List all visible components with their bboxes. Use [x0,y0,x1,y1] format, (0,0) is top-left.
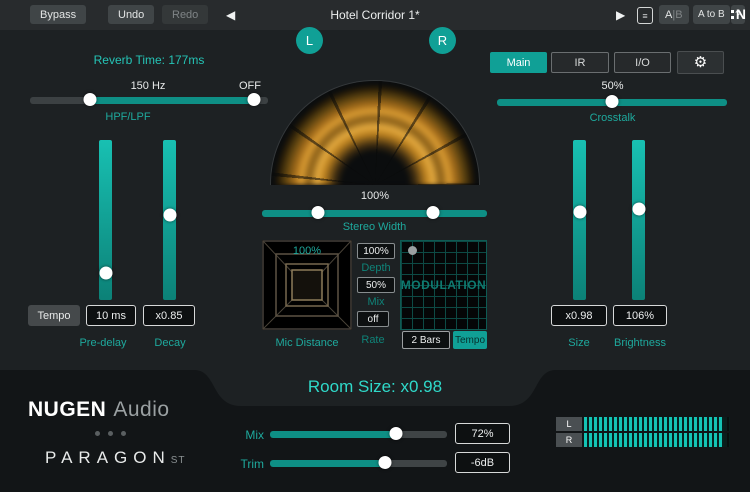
product-name: PARAGONST [45,448,186,468]
mix-handle[interactable] [389,427,402,440]
size-slider[interactable] [573,140,586,300]
trim-label: Trim [232,457,264,471]
crosstalk-value: 50% [540,80,685,92]
meter-right-row: R [556,433,730,447]
size-handle[interactable] [573,206,586,219]
trim-slider[interactable] [270,456,447,470]
ab-compare-button[interactable]: A|B [659,5,689,24]
trim-track[interactable] [270,460,447,467]
mod-mix-label: Mix [355,296,397,308]
stereo-width-slider[interactable] [262,206,487,220]
crosstalk-handle[interactable] [606,95,619,108]
decay-value-box[interactable]: x0.85 [143,305,195,326]
redo-button[interactable]: Redo [162,5,208,24]
top-bar: Bypass Undo Redo ◀ Hotel Corridor 1* ▶ ≡… [0,0,750,30]
predelay-slider[interactable] [99,140,112,300]
brand-logo: NUGEN Audio [28,398,170,422]
brand-dots [95,431,126,436]
mix-value-box[interactable]: 72% [455,423,510,444]
brightness-value-box[interactable]: 106% [613,305,667,326]
mic-distance-value: 100% [262,245,352,257]
left-channel-badge[interactable]: L [296,27,323,54]
preset-list-icon[interactable]: ≡ [637,7,653,24]
size-value-box[interactable]: x0.98 [551,305,607,326]
decay-handle[interactable] [163,209,176,222]
trim-value-box[interactable]: -6dB [455,452,510,473]
preset-title: Hotel Corridor 1* [280,8,470,22]
settings-button[interactable]: ⚙ [677,51,724,74]
reverb-visualizer [270,80,480,185]
size-label: Size [551,337,607,349]
mod-depth-label: Depth [355,262,397,274]
brightness-slider[interactable] [632,140,645,300]
a-to-b-button[interactable]: A to B [693,5,730,24]
brand-audio: Audio [113,398,169,421]
mod-mix-value-box[interactable]: 50% [357,277,395,293]
mod-rate-label: Rate [352,334,394,346]
brightness-label: Brightness [605,337,675,349]
modulation-point[interactable] [408,246,417,255]
right-channel-badge[interactable]: R [429,27,456,54]
decay-slider[interactable] [163,140,176,300]
stereo-width-right-handle[interactable] [427,206,440,219]
mic-distance-visualizer[interactable]: 100% [262,240,352,330]
predelay-handle[interactable] [99,266,112,279]
product-paragon: PARAGON [45,448,171,467]
brand-nugen: NUGEN [28,398,106,421]
paragon-plugin-window: Bypass Undo Redo ◀ Hotel Corridor 1* ▶ ≡… [0,0,750,492]
stereo-width-label: Stereo Width [262,221,487,233]
nugen-logo-n: N [736,6,746,22]
next-preset-icon[interactable]: ▶ [616,7,625,23]
reverb-spokes [271,81,479,185]
crosstalk-slider[interactable] [497,95,727,109]
meter-right-bar [584,433,730,447]
nugen-logo-icon: N [731,6,746,22]
crosstalk-label: Crosstalk [540,112,685,124]
gear-icon: ⚙ [694,55,707,70]
tempo-sync-button[interactable]: Tempo [28,305,80,326]
mix-track[interactable] [270,431,447,438]
predelay-value-box[interactable]: 10 ms [86,305,136,326]
tab-io[interactable]: I/O [614,52,671,73]
mic-distance-label: Mic Distance [262,337,352,349]
modulation-grid[interactable]: MODULATION [400,240,487,330]
ab-b-label: B [675,9,682,21]
ab-a-label: A [665,9,672,21]
mod-tempo-button[interactable]: Tempo [453,331,487,349]
predelay-label: Pre-delay [68,337,138,349]
undo-button[interactable]: Undo [108,5,154,24]
tab-ir[interactable]: IR [551,52,609,73]
mod-bars-button[interactable]: 2 Bars [402,331,450,349]
meter-right-label: R [556,433,582,447]
previous-preset-icon[interactable]: ◀ [226,7,235,23]
room-size-readout: Room Size: x0.98 [225,377,525,397]
stereo-width-track[interactable] [262,210,487,217]
stereo-width-left-handle[interactable] [312,206,325,219]
product-st: ST [171,455,186,466]
stereo-width-value: 100% [270,190,480,202]
hpf-value: 150 Hz [118,80,178,92]
meter-left-label: L [556,417,582,431]
lpf-value: OFF [225,80,275,92]
hpf-lpf-slider[interactable] [30,93,268,107]
lpf-handle[interactable] [247,93,260,106]
filter-label: HPF/LPF [68,111,188,123]
mix-label: Mix [232,428,264,442]
brightness-handle[interactable] [632,202,645,215]
tab-main[interactable]: Main [490,52,547,73]
hpf-handle[interactable] [83,93,96,106]
meter-left-bar [584,417,730,431]
reverb-time-readout: Reverb Time: 177ms [30,53,268,67]
bypass-button[interactable]: Bypass [30,5,86,24]
meter-left-row: L [556,417,730,431]
mod-rate-value-box[interactable]: off [357,311,389,327]
mix-slider[interactable] [270,427,447,441]
trim-handle[interactable] [379,456,392,469]
hpf-lpf-track[interactable] [30,97,268,104]
decay-label: Decay [145,337,195,349]
mod-depth-value-box[interactable]: 100% [357,243,395,259]
